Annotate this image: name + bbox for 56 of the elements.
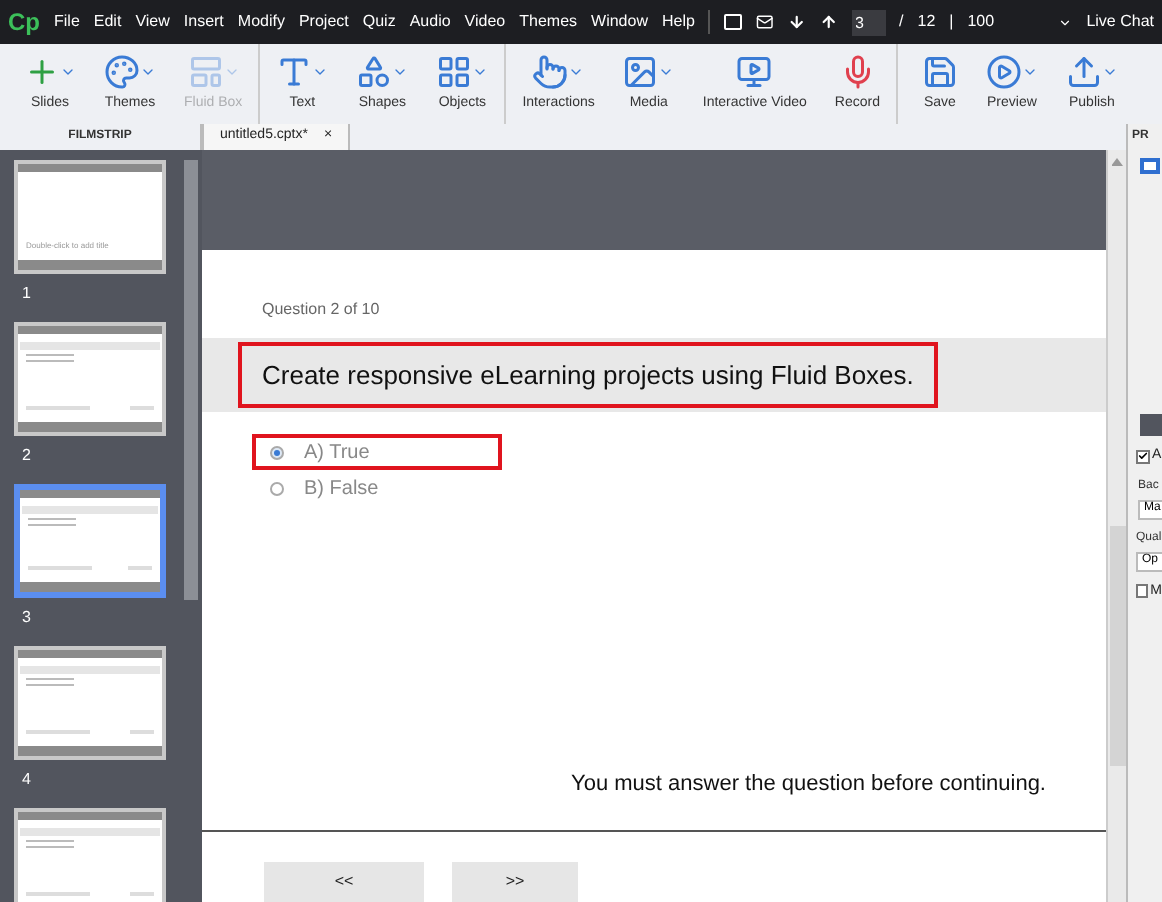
slide-thumbnail[interactable] xyxy=(14,808,166,902)
pointer-hand-icon xyxy=(532,53,569,90)
live-chat-link[interactable]: Live Chat xyxy=(1086,10,1154,34)
page-field[interactable]: 3 xyxy=(851,9,886,35)
scroll-up-icon[interactable] xyxy=(1111,158,1123,166)
divider-text: | xyxy=(949,10,954,34)
image-icon xyxy=(622,53,659,90)
nav-button[interactable]: << xyxy=(264,862,424,902)
question-text: Create responsive eLearning projects using Fluid Boxes. xyxy=(238,341,938,409)
shapes-icon xyxy=(356,53,393,90)
menu-item[interactable]: Video xyxy=(464,10,506,34)
checkbox[interactable] xyxy=(1136,584,1149,599)
validation-message: You must answer the question before continuing. xyxy=(571,769,1046,799)
play-icon xyxy=(985,53,1022,90)
slide-number: 4 xyxy=(20,768,33,792)
menu-item[interactable]: Insert xyxy=(183,10,224,34)
slide-thumbnail[interactable] xyxy=(14,322,166,436)
nav-button[interactable]: >> xyxy=(452,862,578,902)
menu-item[interactable]: Quiz xyxy=(362,10,396,34)
slide-thumbnail[interactable] xyxy=(14,646,166,760)
page-separator: / xyxy=(899,10,904,34)
layout-icon xyxy=(187,53,224,90)
answer-option[interactable]: A) True xyxy=(252,434,502,470)
menu-item[interactable]: Window xyxy=(591,10,648,34)
slide-number: 2 xyxy=(20,444,33,468)
arrow-down-icon[interactable] xyxy=(788,12,806,32)
scrollbar[interactable] xyxy=(1109,526,1125,766)
captions-icon[interactable] xyxy=(724,14,743,30)
palette-icon xyxy=(104,53,140,90)
caret-icon xyxy=(1058,15,1073,29)
upload-icon xyxy=(1065,53,1102,90)
grid-icon xyxy=(436,53,473,90)
question-counter: Question 2 of 10 xyxy=(262,298,382,322)
menu-item[interactable]: File xyxy=(54,10,80,34)
answer-option[interactable]: B) False xyxy=(252,470,502,506)
mail-icon[interactable] xyxy=(756,12,775,32)
zoom-field[interactable]: 100 xyxy=(967,10,1073,34)
app-logo: Cp xyxy=(8,6,40,40)
save-icon xyxy=(921,53,958,90)
slide-number: 1 xyxy=(20,282,33,306)
scrollbar[interactable] xyxy=(184,160,198,600)
menu-item[interactable]: Edit xyxy=(93,10,122,34)
menu-item[interactable]: Audio xyxy=(409,10,451,34)
slide-thumbnail[interactable] xyxy=(14,484,166,598)
slide-number: 3 xyxy=(20,606,33,630)
arrow-up-icon[interactable] xyxy=(819,12,838,32)
checkbox[interactable] xyxy=(1136,449,1150,464)
menu-item[interactable]: View xyxy=(135,10,170,34)
menu-item[interactable]: Themes xyxy=(519,10,578,34)
menu-item[interactable]: Modify xyxy=(237,10,285,34)
menu-item[interactable]: Project xyxy=(298,10,349,34)
menu-item[interactable]: Help xyxy=(661,10,695,34)
text-icon xyxy=(276,53,313,90)
page-total: 12 xyxy=(917,10,936,34)
slide-icon xyxy=(1140,158,1160,174)
video-icon xyxy=(736,53,773,90)
